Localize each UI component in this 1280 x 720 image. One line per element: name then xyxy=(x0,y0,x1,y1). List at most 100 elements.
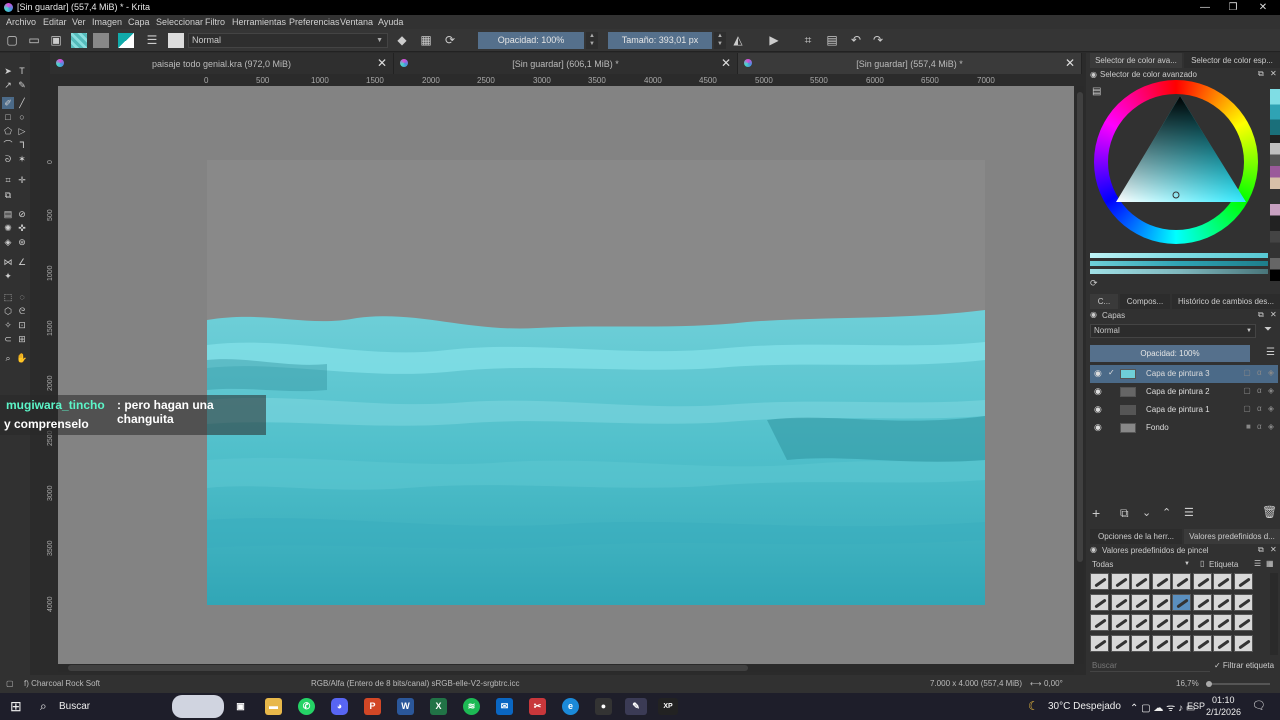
mirror-horizontal-icon[interactable]: ◭ xyxy=(730,33,746,48)
brush-preset-tile[interactable] xyxy=(1110,573,1130,590)
polygon-select-icon[interactable]: ⬡ xyxy=(2,305,14,317)
size-slider[interactable]: Tamaño: 393,01 px ▲ ▼ xyxy=(608,32,726,49)
zoom-slider-handle[interactable] xyxy=(1206,681,1212,687)
close-window-button[interactable]: ✕ xyxy=(1248,1,1278,14)
menu-editar[interactable]: Editar xyxy=(43,17,67,27)
line-tool-icon[interactable]: ╱ xyxy=(16,97,28,109)
clock-date[interactable]: 2/1/2026 xyxy=(1206,707,1241,717)
tab-brush-presets[interactable]: Valores predefinidos d... xyxy=(1184,529,1280,544)
edit-shapes-icon[interactable]: ↗ xyxy=(2,79,14,91)
save-icon[interactable]: ▣ xyxy=(48,33,64,48)
smart-patch-icon[interactable]: ✺ xyxy=(2,222,14,234)
transform-tool-icon[interactable]: ⧉ xyxy=(2,189,14,201)
tab-compositions[interactable]: Compos... xyxy=(1120,294,1170,309)
calligraphy-icon[interactable]: ✎ xyxy=(16,79,28,91)
filter-icon[interactable]: ⏷ xyxy=(1264,324,1272,335)
wrap-around-icon[interactable]: ▤ xyxy=(824,33,840,48)
tab-specific-color-selector[interactable]: Selector de color esp... xyxy=(1184,53,1280,68)
close-icon[interactable]: ✕ xyxy=(377,56,387,70)
clock-time[interactable]: 01:10 xyxy=(1212,695,1235,705)
tab-layers-short[interactable]: C... xyxy=(1090,294,1118,309)
move-layer-down-icon[interactable]: ⌄ xyxy=(1142,506,1151,519)
weather-label[interactable]: 30°C Despejado xyxy=(1048,701,1121,712)
preset-search-input[interactable]: Buscar xyxy=(1090,659,1210,672)
filter-by-tag-checkbox[interactable]: ✓ Filtrar etiqueta xyxy=(1214,661,1274,670)
tab-tool-options[interactable]: Opciones de la herr... xyxy=(1090,529,1182,544)
file-explorer-icon[interactable]: ▬ xyxy=(265,698,282,715)
checkmark-icon[interactable]: ✓ xyxy=(1108,368,1115,377)
move-tool-icon[interactable]: ✛ xyxy=(16,174,28,186)
layer-lock-alpha-icons[interactable]: ▢ α ◈ xyxy=(1243,368,1276,377)
scrollbar-thumb[interactable] xyxy=(68,665,748,671)
visibility-eye-icon[interactable]: ◉ xyxy=(1094,368,1102,379)
tab-advanced-color-selector[interactable]: Selector de color ava... xyxy=(1090,53,1182,68)
color-history-strip[interactable] xyxy=(1270,89,1280,281)
close-panel-icon[interactable]: ✕ xyxy=(1270,69,1277,78)
xp-pen-icon[interactable]: XP xyxy=(658,698,678,715)
freehand-brush-icon[interactable]: ✐ xyxy=(2,97,14,109)
gradient-tool-icon[interactable]: ▤ xyxy=(2,208,14,220)
ellipse-select-icon[interactable]: ◌ xyxy=(16,291,28,303)
brush-preset-tile[interactable] xyxy=(1110,614,1130,631)
pan-tool-icon[interactable]: ✋ xyxy=(16,352,28,364)
windows-start-icon[interactable]: ⊞ xyxy=(10,698,22,715)
contiguous-select-icon[interactable]: ✧ xyxy=(2,319,14,331)
preset-tag-filter-select[interactable]: Todas ▼ xyxy=(1090,558,1194,571)
zoom-value[interactable]: 16,7% xyxy=(1176,679,1199,688)
brush-preset-tile[interactable] xyxy=(1192,614,1212,631)
mirror-vertical-icon[interactable]: ▶ xyxy=(766,33,782,48)
mail-icon[interactable]: ✉ xyxy=(496,698,513,715)
task-view-icon[interactable]: ▣ xyxy=(232,698,249,715)
canvas-area[interactable] xyxy=(58,86,1074,664)
brush-preset-tile[interactable] xyxy=(1213,593,1232,611)
layer-opacity-slider[interactable]: Opacidad: 100% xyxy=(1090,345,1250,362)
layer-row-paint-2[interactable]: ◉ Capa de pintura 2 ▢ α ◈ xyxy=(1090,383,1278,401)
brush-preset-thumbnail[interactable] xyxy=(168,33,184,48)
reference-tool-icon[interactable]: ✦ xyxy=(2,270,14,282)
brush-preset-tile[interactable] xyxy=(1233,593,1253,611)
crop-tool-icon[interactable]: ⌗ xyxy=(2,174,14,186)
document-canvas[interactable] xyxy=(207,160,985,605)
brush-preset-tile[interactable] xyxy=(1233,573,1253,590)
menu-ayuda[interactable]: Ayuda xyxy=(378,17,403,27)
language-indicator[interactable]: ESP xyxy=(1187,701,1205,711)
layer-lock-alpha-icons[interactable]: ■ α ◈ xyxy=(1246,422,1276,431)
brush-preset-tile[interactable] xyxy=(1131,573,1150,590)
ellipse-tool-icon[interactable]: ○ xyxy=(16,111,28,123)
brush-preset-tile[interactable] xyxy=(1233,634,1253,652)
magnetic-select-icon[interactable]: ⊞ xyxy=(16,333,28,345)
fill-tool-icon[interactable]: ◈ xyxy=(2,236,14,248)
brush-preset-tile[interactable] xyxy=(1192,593,1212,611)
list-view-icon[interactable]: ☰ xyxy=(1254,559,1261,568)
similar-select-icon[interactable]: ⊡ xyxy=(16,319,28,331)
color-picker-icon[interactable]: ⊘ xyxy=(16,208,28,220)
shade-strip-1[interactable] xyxy=(1090,253,1268,258)
tab-document-1[interactable]: paisaje todo genial.kra (972,0 MiB) ✕ xyxy=(50,53,394,74)
horizontal-scrollbar[interactable] xyxy=(58,664,1074,672)
taskbar-search-label[interactable]: Buscar xyxy=(59,701,90,712)
menu-herramientas[interactable]: Herramientas xyxy=(232,17,286,27)
layer-properties-icon[interactable]: ☰ xyxy=(1184,506,1194,519)
close-icon[interactable]: ✕ xyxy=(721,56,731,70)
colorize-mask-icon[interactable]: ✜ xyxy=(16,222,28,234)
close-panel-icon[interactable]: ✕ xyxy=(1270,545,1277,554)
word-icon[interactable]: W xyxy=(397,698,414,715)
spotify-icon[interactable]: ≋ xyxy=(463,698,480,715)
shade-strip-2[interactable] xyxy=(1090,261,1268,266)
tray-icons[interactable]: ⌃ ▢ ☁ ᯤ ♪ ▭ xyxy=(1130,700,1195,714)
opacity-spin-icon[interactable]: ▲ ▼ xyxy=(586,32,598,49)
layer-row-background[interactable]: ◉ Fondo ■ α ◈ xyxy=(1090,419,1278,437)
layer-lock-alpha-icons[interactable]: ▢ α ◈ xyxy=(1243,386,1276,395)
brush-preset-tile[interactable] xyxy=(1131,614,1150,631)
pattern-swatch[interactable] xyxy=(71,33,87,48)
move-layer-up-icon[interactable]: ⌃ xyxy=(1162,506,1171,519)
notification-icon[interactable]: 🗨 xyxy=(1252,699,1266,712)
rotation-value[interactable]: 0,00° xyxy=(1044,679,1063,688)
rect-select-icon[interactable]: ⬚ xyxy=(2,291,14,303)
discord-icon[interactable]: ◕ xyxy=(331,698,348,715)
brush-grid-scrollbar[interactable] xyxy=(1270,573,1278,655)
visibility-eye-icon[interactable]: ◉ xyxy=(1094,386,1102,397)
brush-preset-tile[interactable] xyxy=(1213,614,1232,631)
select-shapes-icon[interactable]: ➤ xyxy=(2,65,14,77)
tab-document-2[interactable]: [Sin guardar] (606,1 MiB) * ✕ xyxy=(394,53,738,74)
